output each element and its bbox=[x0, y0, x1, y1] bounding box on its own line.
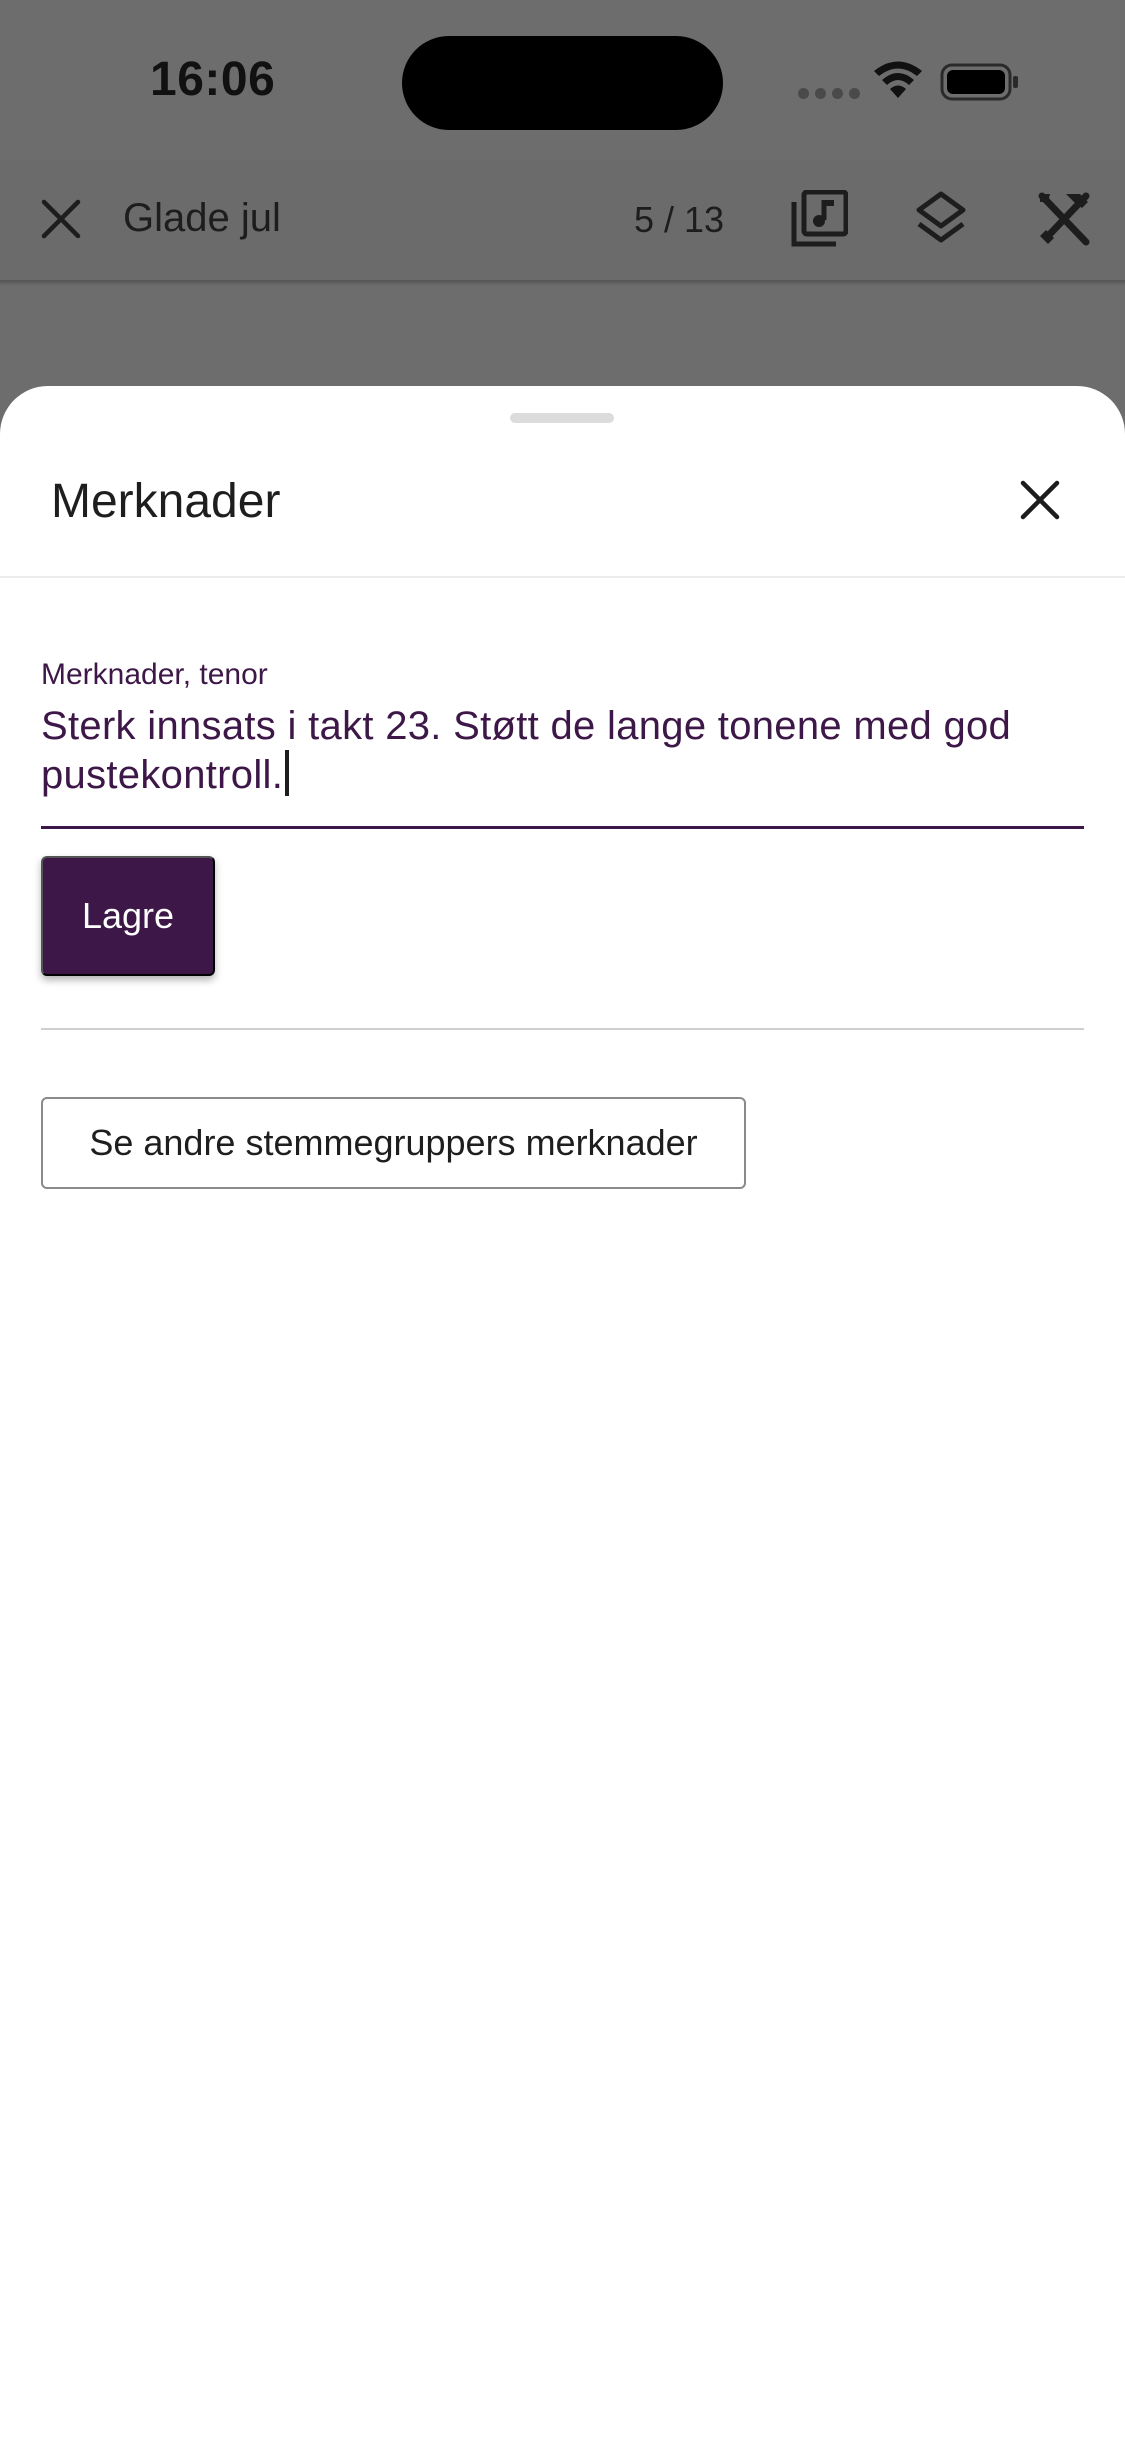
text-cursor bbox=[285, 750, 290, 796]
close-icon[interactable] bbox=[1018, 478, 1062, 522]
close-icon[interactable] bbox=[38, 196, 84, 242]
screen: 16:06 Glade jul 5 / 13 Merknader Merknad… bbox=[0, 0, 1125, 2444]
page-counter: 5 / 13 bbox=[634, 199, 725, 240]
layers-icon[interactable] bbox=[915, 190, 967, 248]
sheet-title: Merknader bbox=[51, 475, 281, 528]
battery-icon bbox=[940, 63, 1018, 101]
notes-field-underline bbox=[41, 826, 1084, 829]
wifi-icon bbox=[874, 61, 922, 98]
other-voice-group-notes-button[interactable]: Se andre stemmegruppers merknader bbox=[41, 1097, 746, 1189]
music-library-icon[interactable] bbox=[790, 190, 848, 248]
dimmed-backdrop[interactable]: 16:06 Glade jul 5 / 13 bbox=[0, 0, 1125, 440]
notes-text-field[interactable]: Sterk innsats i takt 23. Støtt de lange … bbox=[41, 702, 1081, 799]
app-bar: Glade jul 5 / 13 bbox=[0, 160, 1125, 282]
notes-text-value: Sterk innsats i takt 23. Støtt de lange … bbox=[41, 704, 1012, 797]
cellular-signal-icon bbox=[798, 88, 860, 99]
section-divider bbox=[41, 1028, 1084, 1030]
status-bar: 16:06 bbox=[0, 0, 1125, 160]
dynamic-island bbox=[402, 36, 723, 130]
drag-handle[interactable] bbox=[510, 413, 614, 423]
status-time: 16:06 bbox=[150, 53, 276, 106]
tools-icon[interactable] bbox=[1036, 190, 1092, 248]
sheet-header-divider bbox=[0, 576, 1125, 578]
app-title: Glade jul bbox=[123, 196, 281, 240]
app-bar-shadow bbox=[0, 280, 1125, 286]
save-button[interactable]: Lagre bbox=[41, 856, 215, 976]
notes-bottom-sheet: Merknader Merknader, tenor Sterk innsats… bbox=[0, 386, 1125, 2444]
notes-field-label: Merknader, tenor bbox=[41, 658, 268, 691]
